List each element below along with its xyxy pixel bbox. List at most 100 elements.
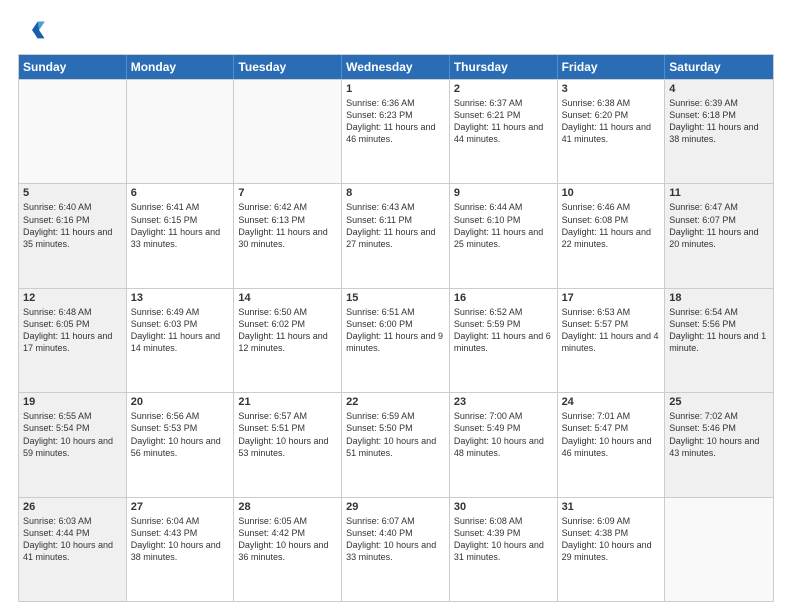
logo xyxy=(18,16,50,44)
cal-cell-3-5: 24Sunrise: 7:01 AM Sunset: 5:47 PM Dayli… xyxy=(558,393,666,496)
day-info: Sunrise: 6:43 AM Sunset: 6:11 PM Dayligh… xyxy=(346,201,445,250)
cal-cell-0-1 xyxy=(127,80,235,183)
day-number: 9 xyxy=(454,187,553,199)
day-info: Sunrise: 6:39 AM Sunset: 6:18 PM Dayligh… xyxy=(669,97,769,146)
calendar-body: 1Sunrise: 6:36 AM Sunset: 6:23 PM Daylig… xyxy=(19,79,773,601)
cal-cell-1-1: 6Sunrise: 6:41 AM Sunset: 6:15 PM Daylig… xyxy=(127,184,235,287)
cal-cell-2-0: 12 Sunrise: 6:48 AM Sunset: 6:05 PM Dayli… xyxy=(19,289,127,392)
day-number: 12 xyxy=(23,292,122,304)
week-row-3: 19Sunrise: 6:55 AM Sunset: 5:54 PM Dayli… xyxy=(19,392,773,496)
cal-cell-4-4: 30Sunrise: 6:08 AM Sunset: 4:39 PM Dayli… xyxy=(450,498,558,601)
day-info: Sunrise: 6:41 AM Sunset: 6:15 PM Dayligh… xyxy=(131,201,230,250)
cal-cell-4-5: 31 Sunrise: 6:09 AM Sunset: 4:38 PM Dayli… xyxy=(558,498,666,601)
day-number: 21 xyxy=(238,396,337,408)
day-info: Sunrise: 6:55 AM Sunset: 5:54 PM Dayligh… xyxy=(23,410,122,459)
header-day-friday: Friday xyxy=(558,55,666,79)
cal-cell-3-6: 25 Sunrise: 7:02 AM Sunset: 5:46 PM Dayli… xyxy=(665,393,773,496)
cal-cell-4-3: 29Sunrise: 6:07 AM Sunset: 4:40 PM Dayli… xyxy=(342,498,450,601)
day-number: 3 xyxy=(562,83,661,95)
day-info: Sunrise: 6:46 AM Sunset: 6:08 PM Dayligh… xyxy=(562,201,661,250)
week-row-0: 1Sunrise: 6:36 AM Sunset: 6:23 PM Daylig… xyxy=(19,79,773,183)
day-info: Sunrise: 6:53 AM Sunset: 5:57 PM Dayligh… xyxy=(562,306,661,355)
cal-cell-4-0: 26 Sunrise: 6:03 AM Sunset: 4:44 PM Dayli… xyxy=(19,498,127,601)
cal-cell-1-5: 10Sunrise: 6:46 AM Sunset: 6:08 PM Dayli… xyxy=(558,184,666,287)
cal-cell-0-6: 4 Sunrise: 6:39 AM Sunset: 6:18 PM Daylig… xyxy=(665,80,773,183)
cal-cell-0-5: 3 Sunrise: 6:38 AM Sunset: 6:20 PM Daylig… xyxy=(558,80,666,183)
header-day-tuesday: Tuesday xyxy=(234,55,342,79)
cal-cell-1-3: 8 Sunrise: 6:43 AM Sunset: 6:11 PM Daylig… xyxy=(342,184,450,287)
header-day-wednesday: Wednesday xyxy=(342,55,450,79)
day-number: 16 xyxy=(454,292,553,304)
header xyxy=(18,16,774,44)
day-number: 2 xyxy=(454,83,553,95)
day-number: 13 xyxy=(131,292,230,304)
day-number: 20 xyxy=(131,396,230,408)
day-number: 24 xyxy=(562,396,661,408)
cal-cell-4-6 xyxy=(665,498,773,601)
day-number: 28 xyxy=(238,501,337,513)
day-info: Sunrise: 6:59 AM Sunset: 5:50 PM Dayligh… xyxy=(346,410,445,459)
day-number: 25 xyxy=(669,396,769,408)
header-day-monday: Monday xyxy=(127,55,235,79)
cal-cell-0-4: 2 Sunrise: 6:37 AM Sunset: 6:21 PM Daylig… xyxy=(450,80,558,183)
day-info: Sunrise: 6:48 AM Sunset: 6:05 PM Dayligh… xyxy=(23,306,122,355)
day-info: Sunrise: 6:56 AM Sunset: 5:53 PM Dayligh… xyxy=(131,410,230,459)
day-info: Sunrise: 6:52 AM Sunset: 5:59 PM Dayligh… xyxy=(454,306,553,355)
day-number: 15 xyxy=(346,292,445,304)
day-number: 5 xyxy=(23,187,122,199)
cal-cell-2-5: 17 Sunrise: 6:53 AM Sunset: 5:57 PM Dayli… xyxy=(558,289,666,392)
day-info: Sunrise: 6:05 AM Sunset: 4:42 PM Dayligh… xyxy=(238,515,337,564)
logo-icon xyxy=(18,16,46,44)
cal-cell-1-0: 5 Sunrise: 6:40 AM Sunset: 6:16 PM Daylig… xyxy=(19,184,127,287)
day-number: 27 xyxy=(131,501,230,513)
cal-cell-2-3: 15 Sunrise: 6:51 AM Sunset: 6:00 PM Dayli… xyxy=(342,289,450,392)
day-number: 4 xyxy=(669,83,769,95)
day-info: Sunrise: 6:44 AM Sunset: 6:10 PM Dayligh… xyxy=(454,201,553,250)
cal-cell-3-1: 20 Sunrise: 6:56 AM Sunset: 5:53 PM Dayli… xyxy=(127,393,235,496)
day-info: Sunrise: 6:51 AM Sunset: 6:00 PM Dayligh… xyxy=(346,306,445,355)
day-info: Sunrise: 6:04 AM Sunset: 4:43 PM Dayligh… xyxy=(131,515,230,564)
cal-cell-2-6: 18 Sunrise: 6:54 AM Sunset: 5:56 PM Dayli… xyxy=(665,289,773,392)
day-number: 7 xyxy=(238,187,337,199)
header-day-thursday: Thursday xyxy=(450,55,558,79)
cal-cell-4-1: 27 Sunrise: 6:04 AM Sunset: 4:43 PM Dayli… xyxy=(127,498,235,601)
day-number: 29 xyxy=(346,501,445,513)
day-number: 30 xyxy=(454,501,553,513)
cal-cell-1-4: 9 Sunrise: 6:44 AM Sunset: 6:10 PM Daylig… xyxy=(450,184,558,287)
day-info: Sunrise: 6:49 AM Sunset: 6:03 PM Dayligh… xyxy=(131,306,230,355)
day-number: 22 xyxy=(346,396,445,408)
day-number: 17 xyxy=(562,292,661,304)
day-info: Sunrise: 7:02 AM Sunset: 5:46 PM Dayligh… xyxy=(669,410,769,459)
day-info: Sunrise: 6:09 AM Sunset: 4:38 PM Dayligh… xyxy=(562,515,661,564)
calendar: SundayMondayTuesdayWednesdayThursdayFrid… xyxy=(18,54,774,602)
cal-cell-1-2: 7 Sunrise: 6:42 AM Sunset: 6:13 PM Daylig… xyxy=(234,184,342,287)
day-info: Sunrise: 7:00 AM Sunset: 5:49 PM Dayligh… xyxy=(454,410,553,459)
day-info: Sunrise: 6:47 AM Sunset: 6:07 PM Dayligh… xyxy=(669,201,769,250)
cal-cell-1-6: 11 Sunrise: 6:47 AM Sunset: 6:07 PM Dayli… xyxy=(665,184,773,287)
day-number: 18 xyxy=(669,292,769,304)
day-info: Sunrise: 6:38 AM Sunset: 6:20 PM Dayligh… xyxy=(562,97,661,146)
day-number: 23 xyxy=(454,396,553,408)
header-day-saturday: Saturday xyxy=(665,55,773,79)
week-row-2: 12 Sunrise: 6:48 AM Sunset: 6:05 PM Dayli… xyxy=(19,288,773,392)
day-info: Sunrise: 6:57 AM Sunset: 5:51 PM Dayligh… xyxy=(238,410,337,459)
day-info: Sunrise: 6:42 AM Sunset: 6:13 PM Dayligh… xyxy=(238,201,337,250)
calendar-header-row: SundayMondayTuesdayWednesdayThursdayFrid… xyxy=(19,55,773,79)
day-number: 11 xyxy=(669,187,769,199)
day-number: 1 xyxy=(346,83,445,95)
day-info: Sunrise: 6:54 AM Sunset: 5:56 PM Dayligh… xyxy=(669,306,769,355)
cal-cell-0-3: 1Sunrise: 6:36 AM Sunset: 6:23 PM Daylig… xyxy=(342,80,450,183)
day-info: Sunrise: 6:37 AM Sunset: 6:21 PM Dayligh… xyxy=(454,97,553,146)
header-day-sunday: Sunday xyxy=(19,55,127,79)
day-number: 26 xyxy=(23,501,122,513)
cal-cell-3-2: 21 Sunrise: 6:57 AM Sunset: 5:51 PM Dayli… xyxy=(234,393,342,496)
day-number: 8 xyxy=(346,187,445,199)
cal-cell-3-0: 19Sunrise: 6:55 AM Sunset: 5:54 PM Dayli… xyxy=(19,393,127,496)
day-number: 31 xyxy=(562,501,661,513)
week-row-4: 26 Sunrise: 6:03 AM Sunset: 4:44 PM Dayli… xyxy=(19,497,773,601)
day-info: Sunrise: 6:03 AM Sunset: 4:44 PM Dayligh… xyxy=(23,515,122,564)
day-info: Sunrise: 6:40 AM Sunset: 6:16 PM Dayligh… xyxy=(23,201,122,250)
cal-cell-3-3: 22 Sunrise: 6:59 AM Sunset: 5:50 PM Dayli… xyxy=(342,393,450,496)
cal-cell-2-2: 14Sunrise: 6:50 AM Sunset: 6:02 PM Dayli… xyxy=(234,289,342,392)
cal-cell-0-0 xyxy=(19,80,127,183)
